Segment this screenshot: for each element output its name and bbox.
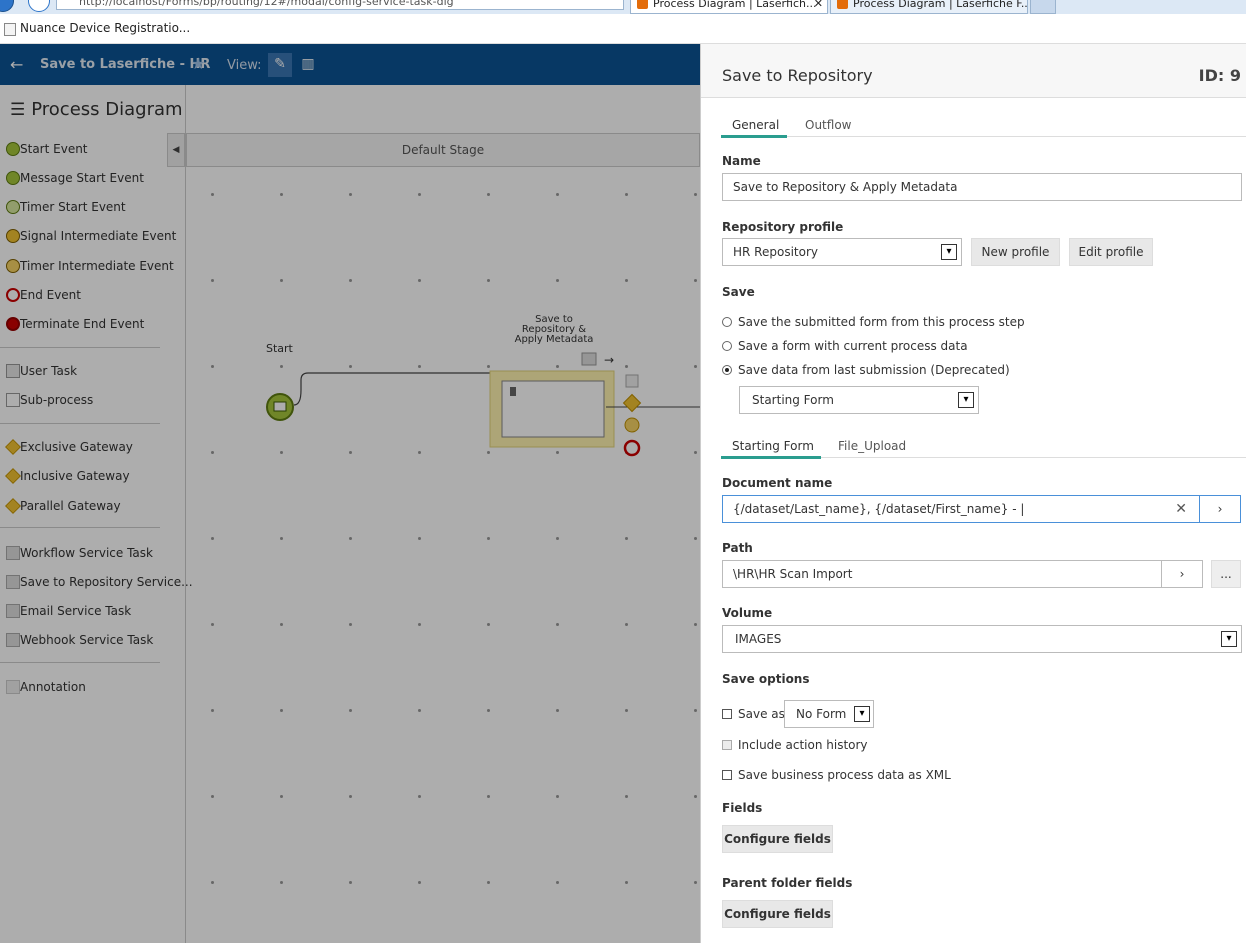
checkbox[interactable]	[722, 740, 732, 750]
save-option-last-submission[interactable]: Save data from last submission (Deprecat…	[722, 363, 1010, 377]
save-as-select[interactable]: No Form ▾	[784, 700, 874, 728]
task-id: ID: 9	[1198, 66, 1241, 85]
chevron-down-icon: ▾	[1221, 631, 1237, 647]
repository-profile-label: Repository profile	[722, 220, 844, 234]
chevron-right-icon: ›	[1217, 502, 1223, 516]
document-name-label: Document name	[722, 476, 833, 490]
save-option-submitted[interactable]: Save the submitted form from this proces…	[722, 315, 1025, 329]
fields-label: Fields	[722, 801, 763, 815]
volume-value: IMAGES	[735, 632, 782, 646]
volume-select[interactable]: IMAGES ▾	[722, 625, 1242, 653]
close-icon[interactable]: ✕	[814, 0, 823, 11]
checkbox[interactable]	[722, 770, 732, 780]
save-option-label: Save the submitted form from this proces…	[738, 315, 1025, 329]
save-as-label: Save as	[738, 707, 785, 721]
path-input[interactable]: \HR\HR Scan Import	[722, 560, 1162, 588]
checkbox[interactable]	[722, 709, 732, 719]
radio-button-checked[interactable]	[722, 365, 732, 375]
chevron-down-icon: ▾	[854, 706, 870, 722]
document-name-input[interactable]: {/dataset/Last_name}, {/dataset/First_na…	[722, 495, 1200, 523]
browser-tab-1[interactable]: Process Diagram | Laserfich... ✕	[630, 0, 828, 14]
address-text: http://localhost/Forms/bp/routing/12#/mo…	[79, 0, 454, 8]
configure-fields-button[interactable]: Configure fields	[722, 825, 833, 853]
panel-header: Save to Repository ID: 9	[701, 44, 1246, 98]
include-history-label: Include action history	[738, 738, 868, 752]
save-option-current[interactable]: Save a form with current process data	[722, 339, 968, 353]
radio-button[interactable]	[722, 317, 732, 327]
bookmarks-bar: Nuance Device Registratio...	[0, 14, 1246, 44]
browser-tab-label: Process Diagram | Laserfiche F...	[853, 0, 1028, 10]
tab-outflow[interactable]: Outflow	[805, 118, 851, 132]
laserfiche-icon	[837, 0, 848, 9]
new-profile-button[interactable]: New profile	[971, 238, 1060, 266]
new-tab-button[interactable]	[1030, 0, 1056, 14]
repository-profile-select[interactable]: HR Repository ▾	[722, 238, 962, 266]
save-xml-label: Save business process data as XML	[738, 768, 951, 782]
laserfiche-icon	[637, 0, 648, 9]
configure-parent-fields-button[interactable]: Configure fields	[722, 900, 833, 928]
modal-overlay[interactable]	[0, 44, 700, 943]
tab-starting-form[interactable]: Starting Form	[732, 439, 814, 453]
bookmark-link[interactable]: Nuance Device Registratio...	[20, 21, 190, 35]
submission-form-select[interactable]: Starting Form ▾	[739, 386, 979, 414]
name-input[interactable]: Save to Repository & Apply Metadata	[722, 173, 1242, 201]
address-bar[interactable]: http://localhost/Forms/bp/routing/12#/mo…	[56, 0, 624, 10]
repository-profile-value: HR Repository	[733, 245, 818, 259]
tab-file-upload[interactable]: File_Upload	[838, 439, 906, 453]
name-value: Save to Repository & Apply Metadata	[733, 180, 958, 194]
save-option-label: Save data from last submission (Deprecat…	[738, 363, 1010, 377]
back-icon[interactable]	[0, 0, 14, 12]
active-tab-indicator	[721, 135, 787, 138]
path-variable-button[interactable]: ›	[1161, 560, 1203, 588]
parent-folder-fields-label: Parent folder fields	[722, 876, 853, 890]
panel-tabs: General Outflow	[721, 111, 1246, 138]
browser-toolbar: http://localhost/Forms/bp/routing/12#/mo…	[0, 0, 1246, 14]
volume-label: Volume	[722, 606, 773, 620]
tab-general[interactable]: General	[732, 118, 779, 132]
edit-profile-button[interactable]: Edit profile	[1069, 238, 1153, 266]
save-option-label: Save a form with current process data	[738, 339, 968, 353]
active-tab-indicator	[721, 456, 821, 459]
save-xml-option[interactable]: Save business process data as XML	[722, 768, 951, 782]
browser-tab-label: Process Diagram | Laserfich...	[653, 0, 817, 10]
include-action-history-option[interactable]: Include action history	[722, 738, 868, 752]
radio-button[interactable]	[722, 341, 732, 351]
path-label: Path	[722, 541, 753, 555]
chevron-down-icon: ▾	[941, 244, 957, 260]
save-options-label: Save options	[722, 672, 810, 686]
path-value: \HR\HR Scan Import	[733, 567, 853, 581]
chevron-down-icon: ▾	[958, 392, 974, 408]
form-tabs: Starting Form File_Upload	[721, 432, 1246, 459]
service-task-panel: Save to Repository ID: 9 General Outflow…	[700, 44, 1246, 943]
page-icon	[4, 23, 16, 36]
name-label: Name	[722, 154, 761, 168]
panel-title: Save to Repository	[722, 66, 873, 85]
chevron-right-icon: ›	[1179, 567, 1185, 581]
clear-icon[interactable]: ✕	[1175, 496, 1187, 522]
insert-variable-button[interactable]: ›	[1199, 495, 1241, 523]
document-name-value: {/dataset/Last_name}, {/dataset/First_na…	[733, 502, 1025, 516]
save-as-value: No Form	[796, 707, 847, 721]
browser-tab-2[interactable]: Process Diagram | Laserfiche F...	[830, 0, 1028, 14]
forward-icon[interactable]	[28, 0, 50, 12]
save-as-option[interactable]: Save as	[722, 707, 785, 721]
submission-form-value: Starting Form	[752, 393, 834, 407]
browse-path-button[interactable]: ...	[1211, 560, 1241, 588]
save-label: Save	[722, 285, 755, 299]
